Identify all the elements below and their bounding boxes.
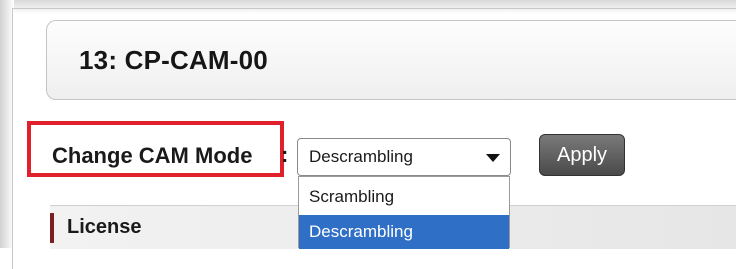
cam-mode-select-value: Descrambling: [309, 147, 413, 166]
page-title: 13: CP-CAM-00: [79, 45, 268, 75]
device-header-panel: 13: CP-CAM-00: [46, 20, 736, 100]
cam-mode-label: Change CAM Mode: [52, 143, 253, 168]
section-accent-bar: [50, 213, 54, 243]
cam-mode-dropdown-list: Scrambling Descrambling: [298, 176, 510, 249]
chevron-down-icon[interactable]: [486, 154, 500, 162]
dropdown-option-scrambling[interactable]: Scrambling: [299, 180, 509, 214]
apply-button[interactable]: Apply: [539, 134, 625, 176]
dropdown-option-descrambling[interactable]: Descrambling: [299, 215, 509, 249]
license-section-label: License: [67, 216, 142, 238]
cam-mode-label-colon: :: [281, 142, 289, 167]
cam-mode-select[interactable]: Descrambling: [297, 138, 511, 176]
